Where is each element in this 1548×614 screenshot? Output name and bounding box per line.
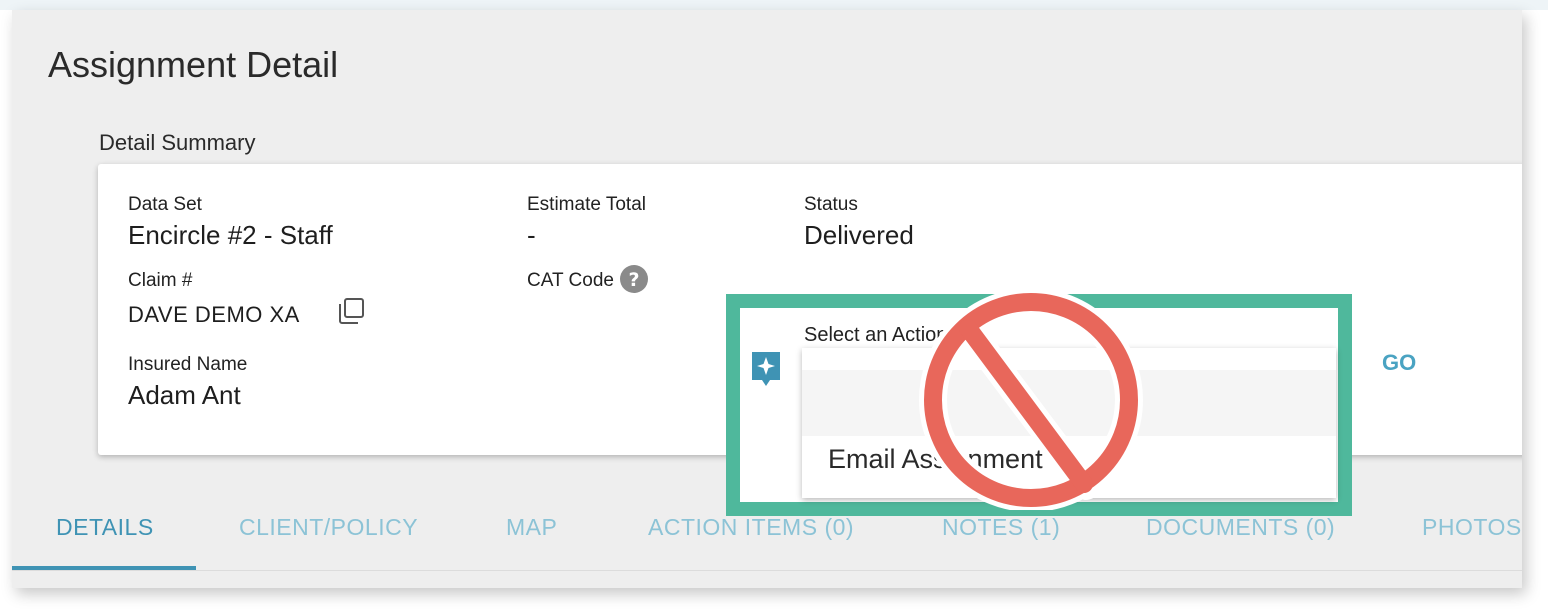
tab-action-items[interactable]: ACTION ITEMS (0) (648, 514, 854, 541)
estimate-total-value: - (527, 220, 536, 250)
estimate-total-label: Estimate Total (527, 194, 646, 215)
tab-documents[interactable]: DOCUMENTS (0) (1146, 514, 1335, 541)
top-strip (0, 0, 1548, 10)
data-set-value: Encircle #2 - Staff (128, 220, 333, 250)
tab-client-policy[interactable]: CLIENT/POLICY (239, 514, 418, 541)
dropdown-option-empty[interactable] (802, 370, 1336, 436)
insured-name-label: Insured Name (128, 354, 248, 375)
select-action-label: Select an Action (804, 324, 948, 346)
cat-code-label: CAT Code (527, 270, 614, 291)
section-title: Detail Summary (99, 130, 256, 155)
tab-photos[interactable]: PHOTOS (1422, 514, 1522, 541)
tab-map[interactable]: MAP (506, 514, 557, 541)
svg-text:?: ? (628, 269, 639, 291)
sparkle-icon (750, 350, 782, 390)
data-set-label: Data Set (128, 194, 202, 215)
copy-icon[interactable] (336, 296, 366, 326)
claim-label: Claim # (128, 270, 193, 291)
status-value: Delivered (804, 220, 914, 250)
dropdown-option-email-assignment[interactable]: Email Assignment (828, 444, 1043, 475)
insured-name-value: Adam Ant (128, 380, 241, 410)
help-icon[interactable]: ? (619, 264, 649, 294)
tab-details[interactable]: DETAILS (56, 514, 154, 541)
status-label: Status (804, 194, 858, 215)
claim-value: DAVE DEMO XA (128, 302, 300, 327)
action-highlight-box: Select an Action Email Assignment (726, 294, 1352, 516)
action-dropdown-menu[interactable]: Email Assignment (802, 348, 1336, 498)
page-title: Assignment Detail (48, 44, 339, 85)
go-button[interactable]: GO (1382, 350, 1416, 376)
tab-notes[interactable]: NOTES (1) (942, 514, 1060, 541)
tabs-divider (12, 570, 1522, 571)
